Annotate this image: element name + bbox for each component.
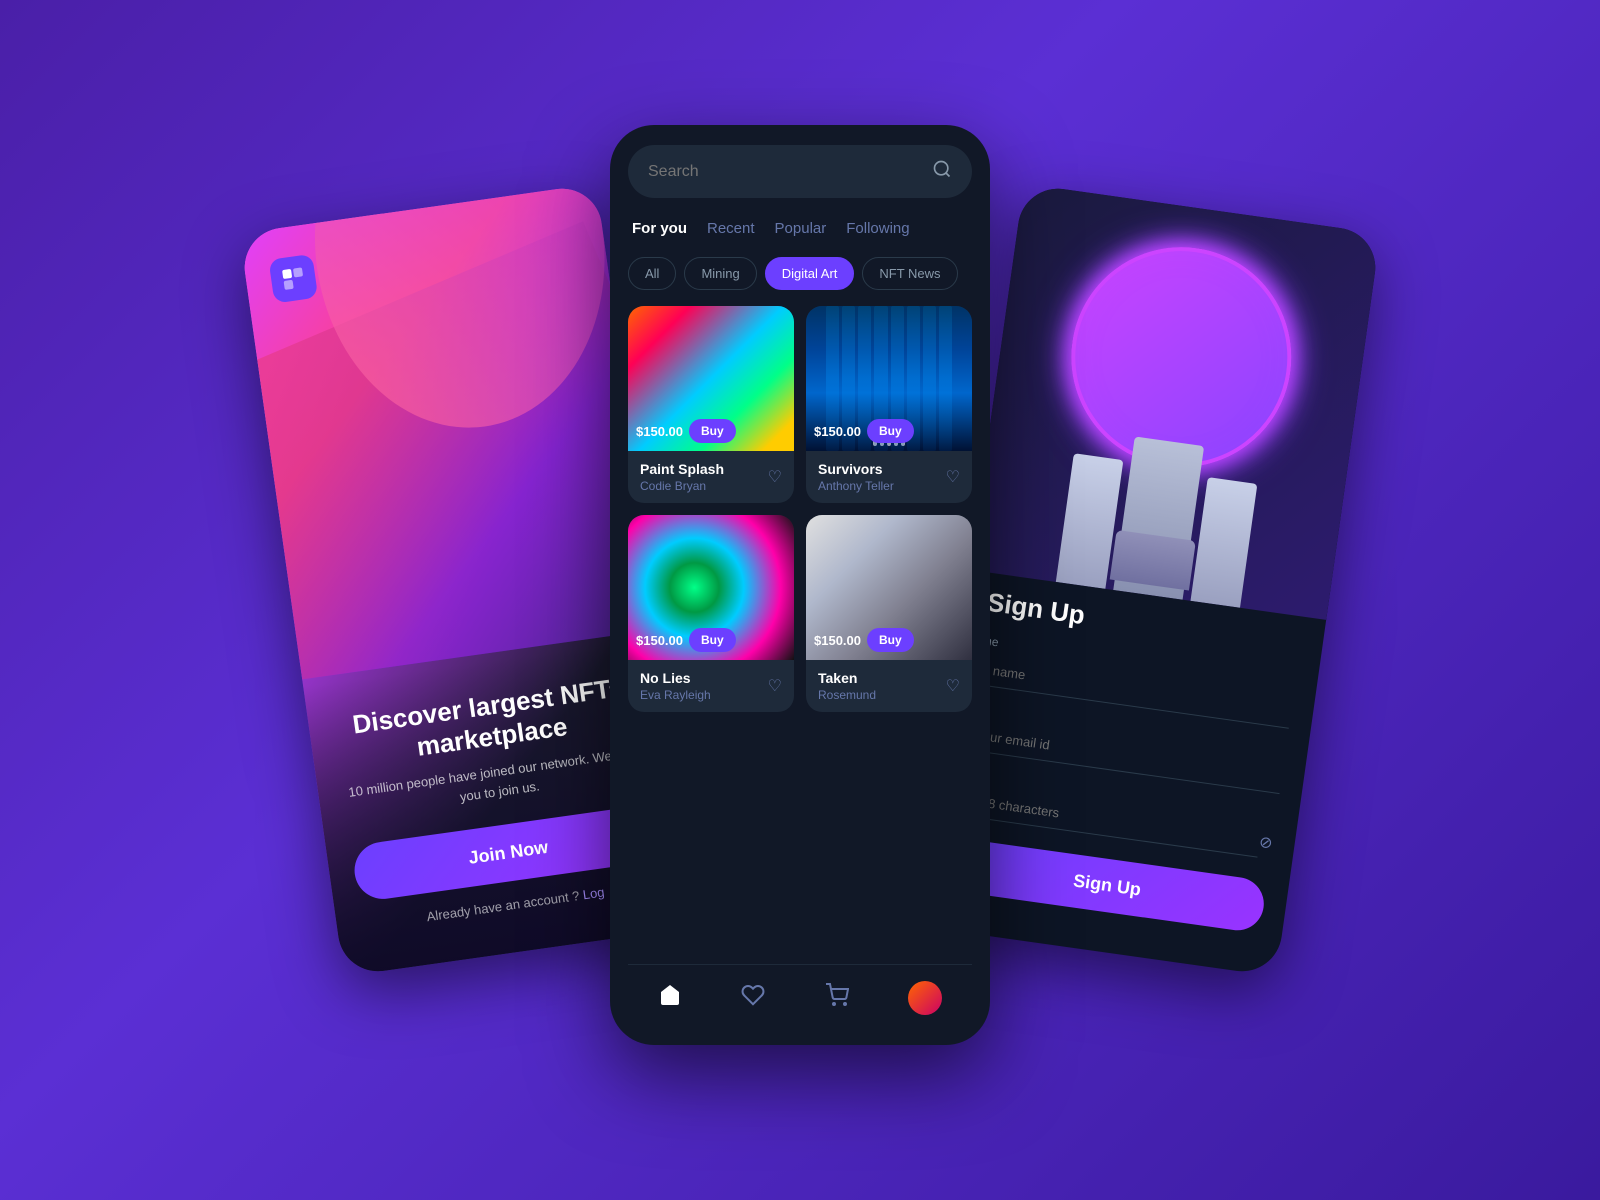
- nft-grid: $150.00 Buy Paint Splash Codie Bryan ♡: [628, 306, 972, 712]
- nft-author: Codie Bryan: [640, 479, 724, 493]
- price-badge: $150.00 Buy: [814, 628, 914, 652]
- tab-recent[interactable]: Recent: [707, 216, 755, 241]
- nft-author: Anthony Teller: [818, 479, 894, 493]
- statue-right: [1190, 477, 1257, 608]
- nft-info: Paint Splash Codie Bryan ♡: [628, 451, 794, 503]
- price-badge: $150.00 Buy: [636, 419, 736, 443]
- search-bar[interactable]: [628, 145, 972, 198]
- nft-image-paint-splash: $150.00 Buy: [628, 306, 794, 451]
- nft-details: Survivors Anthony Teller: [818, 461, 894, 493]
- nft-card-taken[interactable]: $150.00 Buy Taken Rosemund ♡: [806, 515, 972, 712]
- bottom-nav: [628, 964, 972, 1025]
- nft-info: Survivors Anthony Teller ♡: [806, 451, 972, 503]
- nft-title: Survivors: [818, 461, 894, 477]
- price: $150.00: [814, 633, 861, 648]
- buy-button[interactable]: Buy: [867, 419, 914, 443]
- nft-author: Eva Rayleigh: [640, 688, 711, 702]
- buy-button[interactable]: Buy: [689, 419, 736, 443]
- laptop: [1110, 530, 1196, 591]
- nft-image-no-lies: $150.00 Buy: [628, 515, 794, 660]
- cart-nav-icon[interactable]: [825, 983, 849, 1013]
- buy-button[interactable]: Buy: [867, 628, 914, 652]
- nft-info: No Lies Eva Rayleigh ♡: [628, 660, 794, 712]
- search-icon: [932, 159, 952, 184]
- statues: [1056, 428, 1262, 607]
- price: $150.00: [636, 633, 683, 648]
- nft-title: No Lies: [640, 670, 711, 686]
- tab-nav: For you Recent Popular Following: [628, 216, 972, 241]
- nft-info: Taken Rosemund ♡: [806, 660, 972, 712]
- home-nav-icon[interactable]: [658, 983, 682, 1013]
- filter-pills: All Mining Digital Art NFT News: [628, 257, 972, 290]
- filter-mining[interactable]: Mining: [684, 257, 756, 290]
- nft-details: Paint Splash Codie Bryan: [640, 461, 724, 493]
- nft-details: No Lies Eva Rayleigh: [640, 670, 711, 702]
- nft-title: Paint Splash: [640, 461, 724, 477]
- phone-center: For you Recent Popular Following All Min…: [610, 125, 990, 1045]
- nft-details: Taken Rosemund: [818, 670, 876, 702]
- heart-icon[interactable]: ♡: [946, 676, 960, 696]
- login-link[interactable]: Log: [582, 884, 606, 902]
- filter-nft-news[interactable]: NFT News: [862, 257, 957, 290]
- price: $150.00: [636, 424, 683, 439]
- favorites-nav-icon[interactable]: [741, 983, 765, 1013]
- right-art: [970, 184, 1381, 620]
- nft-card-survivors[interactable]: $150.00 Buy Survivors Anthony Teller ♡: [806, 306, 972, 503]
- nft-image-taken: $150.00 Buy: [806, 515, 972, 660]
- eye-icon[interactable]: ⊘: [1258, 832, 1274, 854]
- heart-icon[interactable]: ♡: [946, 467, 960, 487]
- filter-all[interactable]: All: [628, 257, 676, 290]
- avatar-nav[interactable]: [908, 981, 942, 1015]
- nft-author: Rosemund: [818, 688, 876, 702]
- search-input[interactable]: [648, 163, 922, 181]
- filter-digital-art[interactable]: Digital Art: [765, 257, 855, 290]
- app-logo: [268, 254, 318, 304]
- center-phone-inner: For you Recent Popular Following All Min…: [610, 125, 990, 1045]
- phones-container: Discover largest NFTs marketplace 10 mil…: [350, 125, 1250, 1075]
- buy-button[interactable]: Buy: [689, 628, 736, 652]
- heart-icon[interactable]: ♡: [768, 676, 782, 696]
- nft-card-paint-splash[interactable]: $150.00 Buy Paint Splash Codie Bryan ♡: [628, 306, 794, 503]
- heart-icon[interactable]: ♡: [768, 467, 782, 487]
- price-badge: $150.00 Buy: [636, 628, 736, 652]
- nft-image-survivors: $150.00 Buy: [806, 306, 972, 451]
- nft-title: Taken: [818, 670, 876, 686]
- statue-center: [1113, 436, 1204, 599]
- price: $150.00: [814, 424, 861, 439]
- nft-card-no-lies[interactable]: $150.00 Buy No Lies Eva Rayleigh ♡: [628, 515, 794, 712]
- tab-following[interactable]: Following: [846, 216, 909, 241]
- tab-for-you[interactable]: For you: [632, 216, 687, 241]
- tab-popular[interactable]: Popular: [775, 216, 827, 241]
- price-badge: $150.00 Buy: [814, 419, 914, 443]
